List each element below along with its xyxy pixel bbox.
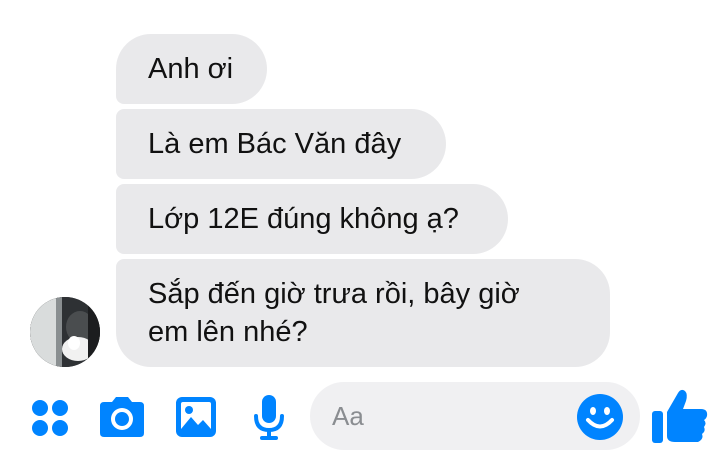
more-apps-icon[interactable] (31, 399, 69, 437)
message-text-line: em lên nhé? (148, 316, 308, 348)
message-text: Là em Bác Văn đây (148, 128, 402, 160)
message-bubble[interactable]: Lớp 12E đúng không ạ? (116, 184, 508, 254)
image-icon[interactable] (175, 396, 217, 438)
message-thread: Anh ơi Là em Bác Văn đây Lớp 12E đúng kh… (0, 0, 720, 380)
thumbs-up-icon[interactable] (651, 387, 709, 445)
camera-icon[interactable] (98, 396, 146, 438)
message-bubble[interactable]: Sắp đến giờ trưa rồi, bây giờ em lên nhé… (116, 259, 610, 367)
message-composer: Aa (0, 380, 720, 453)
message-bubble[interactable]: Anh ơi (116, 34, 267, 104)
message-text-line: Sắp đến giờ trưa rồi, bây giờ (148, 278, 520, 310)
message-bubble[interactable]: Là em Bác Văn đây (116, 109, 446, 179)
emoji-icon[interactable] (576, 393, 624, 441)
message-text: Lớp 12E đúng không ạ? (148, 203, 459, 235)
microphone-icon[interactable] (252, 394, 286, 442)
avatar[interactable] (30, 297, 100, 367)
message-text: Anh ơi (148, 53, 234, 85)
message-input-placeholder: Aa (332, 401, 364, 431)
